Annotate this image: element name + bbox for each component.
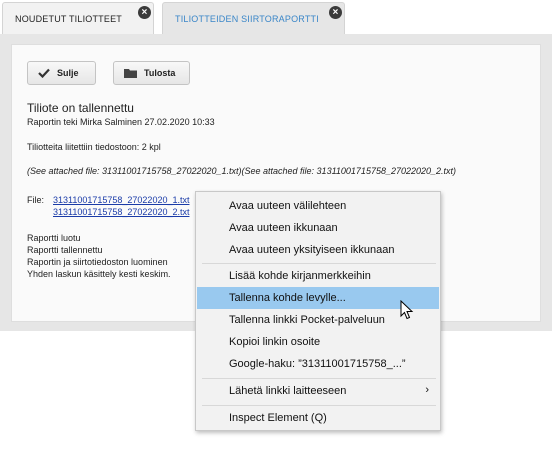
file-label: File: [27,195,45,205]
menu-item-open-private-window[interactable]: Avaa uuteen yksityiseen ikkunaan [197,239,439,261]
menu-item-send-to-device[interactable]: Lähetä linkki laitteeseen › [197,380,439,402]
log-line: Raportti tallennettu [27,245,103,255]
log-line: Yhden laskun käsittely kesti keskim. [27,269,171,279]
close-tab-icon[interactable]: × [329,6,342,19]
attached-count: Tiliotteita liitettiin tiedostoon: 2 kpl [27,142,161,152]
close-button[interactable]: Sulje [27,61,96,85]
menu-separator [202,378,436,379]
folder-icon [124,69,137,78]
attached-files-line: (See attached file: 31311001715758_27022… [27,166,457,176]
author-line: Raportin teki Mirka Salminen 27.02.2020 … [27,117,215,127]
log-line: Raportin ja siirtotiedoston luominen [27,257,168,267]
mouse-pointer-icon [400,300,414,320]
checkmark-icon [38,68,50,78]
tab-tiliotteiden-siirtoraportti[interactable]: TILIOTTEIDEN SIIRTORAPORTTI × [162,2,345,34]
close-button-label: Sulje [57,68,79,78]
menu-separator [202,263,436,264]
chevron-right-icon: › [425,384,429,396]
tab-label: TILIOTTEIDEN SIIRTORAPORTTI [175,13,319,24]
page-title: Tiliote on tallennettu [27,101,134,115]
print-button-label: Tulosta [144,68,176,78]
menu-separator [202,405,436,406]
menu-item-google-search[interactable]: Google-haku: ”31311001715758_...” [197,353,439,375]
menu-item-open-new-window[interactable]: Avaa uuteen ikkunaan [197,217,439,239]
file-link-2[interactable]: 31311001715758_27022020_2.txt [53,207,189,217]
close-tab-icon[interactable]: × [138,6,151,19]
log-line: Raportti luotu [27,233,81,243]
menu-item-label: Lähetä linkki laitteeseen [229,385,347,397]
menu-item-bookmark-link[interactable]: Lisää kohde kirjanmerkkeihin [197,265,439,287]
tab-label: NOUDETUT TILIOTTEET [15,13,122,24]
print-button[interactable]: Tulosta [113,61,190,85]
file-link-1[interactable]: 31311001715758_27022020_1.txt [53,195,189,205]
menu-item-open-new-tab[interactable]: Avaa uuteen välilehteen [197,195,439,217]
menu-item-copy-link[interactable]: Kopioi linkin osoite [197,331,439,353]
menu-item-inspect-element[interactable]: Inspect Element (Q) [197,407,439,429]
tab-bar: NOUDETUT TILIOTTEET × TILIOTTEIDEN SIIRT… [0,0,552,34]
tab-noudetut-tiliotteet[interactable]: NOUDETUT TILIOTTEET × [2,2,154,34]
